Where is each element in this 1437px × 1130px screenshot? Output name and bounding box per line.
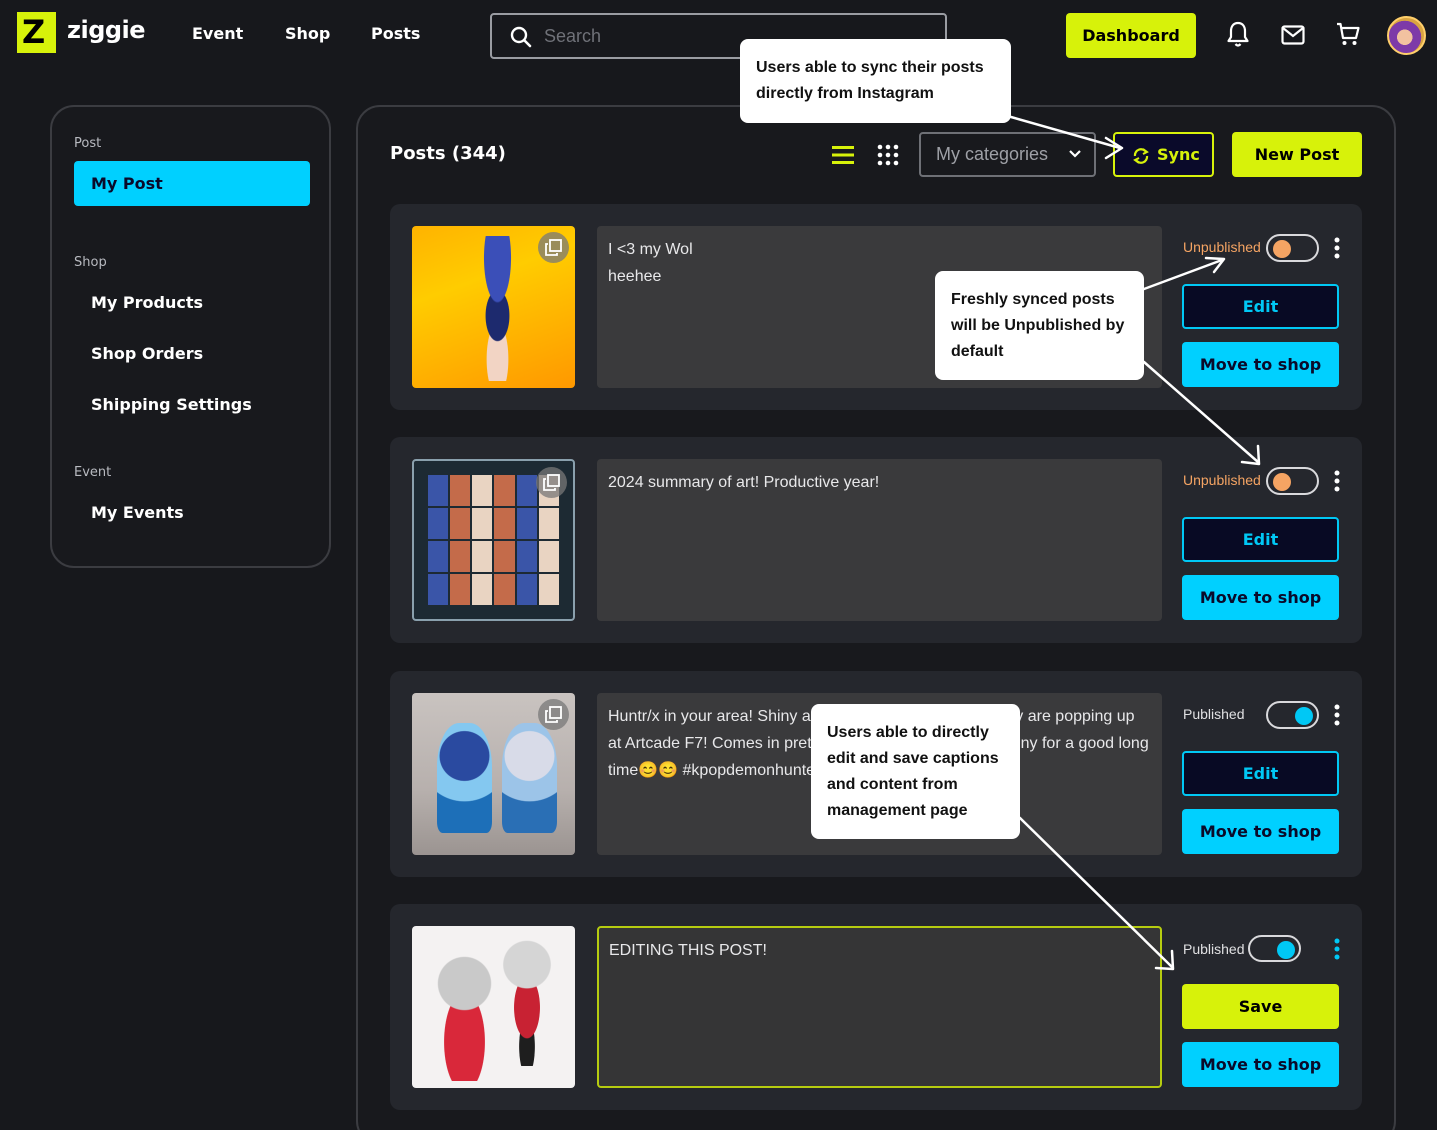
status-label: Unpublished: [1183, 472, 1261, 488]
move-to-shop-button[interactable]: Move to shop: [1182, 575, 1339, 620]
post-thumbnail[interactable]: [412, 926, 575, 1088]
more-options-icon[interactable]: [1334, 704, 1340, 726]
search-icon: [510, 26, 532, 48]
artwork: [427, 951, 502, 1081]
nav-event[interactable]: Event: [192, 24, 243, 43]
publish-toggle[interactable]: [1248, 935, 1301, 962]
status-label: Published: [1183, 941, 1245, 957]
publish-toggle[interactable]: [1266, 467, 1319, 495]
sync-icon: [1133, 148, 1149, 164]
logo[interactable]: Z: [17, 12, 56, 53]
more-options-icon[interactable]: [1334, 237, 1340, 259]
artwork: [428, 475, 559, 605]
new-post-button[interactable]: New Post: [1232, 132, 1362, 177]
post-card: I <3 my Wol heehee Unpublished Edit Move…: [390, 204, 1362, 410]
sync-label: Sync: [1157, 145, 1200, 164]
post-card: 2024 summary of art! Productive year! Un…: [390, 437, 1362, 643]
post-caption-editor[interactable]: EDITING THIS POST!: [597, 926, 1162, 1088]
category-select[interactable]: My categories: [919, 132, 1096, 177]
toggle-knob: [1277, 941, 1295, 959]
nav-posts[interactable]: Posts: [371, 24, 420, 43]
bell-icon[interactable]: [1226, 20, 1250, 48]
move-to-shop-button[interactable]: Move to shop: [1182, 1042, 1339, 1087]
list-view-icon[interactable]: [832, 145, 854, 165]
artwork: [502, 723, 557, 833]
status-label: Published: [1183, 706, 1245, 722]
annotation-sync: Users able to sync their posts directly …: [740, 39, 1011, 123]
sidebar-item-my-post[interactable]: My Post: [74, 161, 310, 206]
chevron-down-icon: [1069, 150, 1081, 158]
multi-image-icon: [536, 467, 567, 498]
dashboard-button[interactable]: Dashboard: [1066, 13, 1196, 58]
sidebar-section-post: Post: [74, 136, 102, 151]
status-label: Unpublished: [1183, 239, 1261, 255]
logo-letter: Z: [22, 13, 46, 51]
more-options-icon[interactable]: [1334, 470, 1340, 492]
sidebar-item-my-events[interactable]: My Events: [74, 490, 310, 535]
multi-image-icon: [538, 232, 569, 263]
edit-button[interactable]: Edit: [1182, 751, 1339, 796]
avatar[interactable]: [1387, 16, 1426, 55]
toggle-knob: [1273, 473, 1291, 491]
publish-toggle[interactable]: [1266, 234, 1319, 262]
edit-button[interactable]: Edit: [1182, 517, 1339, 562]
sidebar: Post My Post Shop My Products Shop Order…: [50, 105, 331, 568]
post-caption[interactable]: 2024 summary of art! Productive year!: [597, 459, 1162, 621]
category-select-value: My categories: [936, 144, 1049, 164]
post-thumbnail[interactable]: [412, 693, 575, 855]
brand-name[interactable]: ziggie: [67, 16, 146, 44]
grid-view-icon[interactable]: [877, 144, 899, 166]
save-button[interactable]: Save: [1182, 984, 1339, 1029]
post-thumbnail[interactable]: [412, 226, 575, 388]
page-title: Posts (344): [390, 143, 506, 164]
edit-button[interactable]: Edit: [1182, 284, 1339, 329]
nav-shop[interactable]: Shop: [285, 24, 330, 43]
move-to-shop-button[interactable]: Move to shop: [1182, 809, 1339, 854]
sidebar-item-shop-orders[interactable]: Shop Orders: [74, 331, 310, 376]
sidebar-section-event: Event: [74, 465, 112, 480]
artwork: [497, 936, 557, 1066]
annotation-edit: Users able to directly edit and save cap…: [811, 704, 1020, 839]
sidebar-item-shipping-settings[interactable]: Shipping Settings: [74, 382, 310, 427]
toggle-knob: [1295, 707, 1313, 725]
more-options-icon[interactable]: [1334, 938, 1340, 960]
mail-icon[interactable]: [1281, 25, 1305, 45]
publish-toggle[interactable]: [1266, 701, 1319, 729]
annotation-unpublished: Freshly synced posts will be Unpublished…: [935, 271, 1144, 380]
artwork: [437, 723, 492, 833]
cart-icon[interactable]: [1336, 22, 1360, 48]
multi-image-icon: [538, 699, 569, 730]
artwork: [460, 236, 535, 381]
post-thumbnail[interactable]: [412, 459, 575, 621]
sidebar-item-my-products[interactable]: My Products: [74, 280, 310, 325]
move-to-shop-button[interactable]: Move to shop: [1182, 342, 1339, 387]
sidebar-section-shop: Shop: [74, 255, 107, 270]
post-card: EDITING THIS POST! Published Save Move t…: [390, 904, 1362, 1110]
toggle-knob: [1273, 240, 1291, 258]
sync-button[interactable]: Sync: [1113, 132, 1214, 177]
